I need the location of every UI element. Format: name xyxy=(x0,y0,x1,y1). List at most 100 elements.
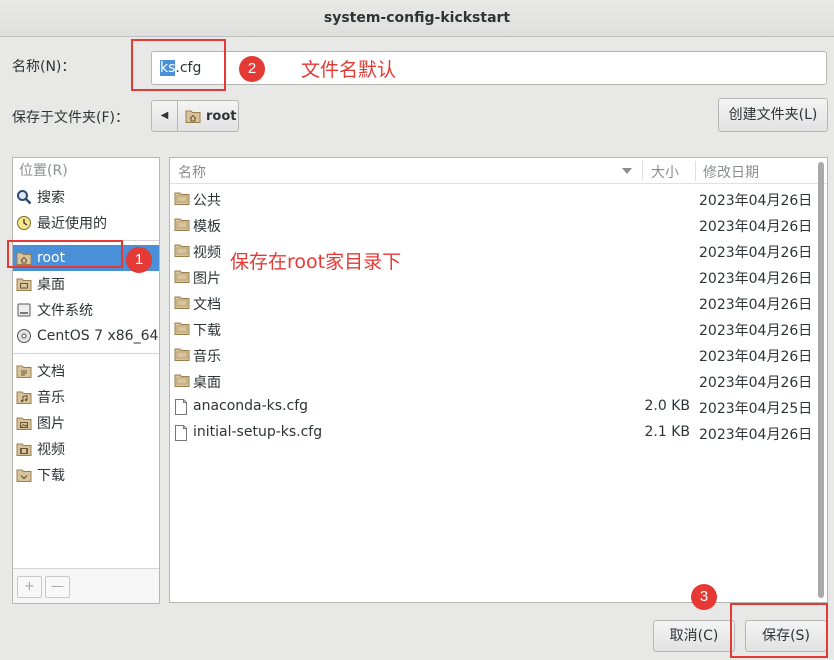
create-folder-button[interactable]: 创建文件夹(L) xyxy=(718,98,828,132)
scrollbar[interactable] xyxy=(817,160,825,600)
sort-down-icon xyxy=(622,168,632,174)
file-name: 图片 xyxy=(193,271,221,287)
annotation-badge-3: 3 xyxy=(691,584,717,610)
places-item-recent[interactable]: 最近使用的 xyxy=(13,210,159,236)
places-item-label: 文档 xyxy=(37,364,65,380)
annotation-badge-2: 2 xyxy=(239,56,265,82)
places-item-label: 桌面 xyxy=(37,277,65,293)
column-header-name[interactable]: 名称 xyxy=(178,162,206,182)
file-name: initial-setup-ks.cfg xyxy=(193,424,323,440)
file-name: anaconda-ks.cfg xyxy=(193,398,309,414)
annotation-badge-1: 1 xyxy=(126,247,152,273)
file-name: 桌面 xyxy=(193,375,221,391)
file-row[interactable]: 公共 2023年04月26日 xyxy=(170,186,815,212)
column-header-size[interactable]: 大小 xyxy=(651,162,679,182)
file-row[interactable]: anaconda-ks.cfg 2.0 KB 2023年04月25日 xyxy=(170,394,815,420)
file-list: 名称 大小 修改日期 公共 2023年04月26日 模板 2023年04月26日 视频 2… xyxy=(169,157,828,603)
chevron-left-icon: ◀ xyxy=(160,110,169,121)
file-date: 2023年04月26日 xyxy=(699,193,813,209)
places-item-label: 最近使用的 xyxy=(37,216,107,232)
file-size: 2.1 KB xyxy=(644,424,691,440)
file-date: 2023年04月26日 xyxy=(699,297,813,313)
path-back-button[interactable]: ◀ xyxy=(151,100,178,132)
file-date: 2023年04月26日 xyxy=(699,323,813,339)
save-folder-label: 保存于文件夹(F)： xyxy=(12,110,129,126)
places-item-label: 文件系统 xyxy=(37,303,93,319)
annotation-box-root xyxy=(7,240,123,268)
file-date: 2023年04月26日 xyxy=(699,219,813,235)
annotation-box-filename xyxy=(131,39,226,91)
file-date: 2023年04月26日 xyxy=(699,245,813,261)
file-row[interactable]: 桌面 2023年04月26日 xyxy=(170,368,815,394)
annotation-box-save xyxy=(730,603,828,658)
file-name: 模板 xyxy=(193,219,221,235)
folder-pictures-icon xyxy=(16,415,32,431)
folder-videos-icon xyxy=(16,441,32,457)
remove-bookmark-button[interactable]: — xyxy=(45,576,70,598)
path-root-label: root xyxy=(206,108,237,124)
folder-icon xyxy=(174,347,190,363)
places-separator xyxy=(13,353,159,354)
places-item-label: 下载 xyxy=(37,468,65,484)
places-item-documents[interactable]: 文档 xyxy=(13,358,159,384)
places-item-label: 搜索 xyxy=(37,190,65,206)
file-date: 2023年04月26日 xyxy=(699,271,813,287)
folder-music-icon xyxy=(16,389,32,405)
places-item-downloads[interactable]: 下载 xyxy=(13,462,159,488)
folder-icon xyxy=(174,373,190,389)
places-header: 位置(R) xyxy=(19,163,68,179)
file-date: 2023年04月26日 xyxy=(699,427,813,443)
file-name: 公共 xyxy=(193,193,221,209)
folder-icon xyxy=(174,321,190,337)
recent-icon xyxy=(16,215,32,231)
places-sidebar: 位置(R) 搜索 最近使用的 root 桌面 文件系统 CentOS 7 x86… xyxy=(12,157,160,604)
disc-icon xyxy=(16,328,32,344)
column-divider xyxy=(695,161,696,181)
file-size: 2.0 KB xyxy=(644,398,691,414)
folder-icon xyxy=(174,243,190,259)
scrollbar-thumb[interactable] xyxy=(818,162,824,598)
places-item-label: CentOS 7 x86_64 xyxy=(37,328,159,344)
path-root-button[interactable]: root xyxy=(178,100,239,132)
file-icon xyxy=(174,399,190,415)
file-name: 视频 xyxy=(193,245,221,261)
places-item-filesystem[interactable]: 文件系统 xyxy=(13,297,159,323)
file-row[interactable]: 下载 2023年04月26日 xyxy=(170,316,815,342)
places-item-pictures[interactable]: 图片 xyxy=(13,410,159,436)
filename-label: 名称(N)： xyxy=(12,59,76,75)
places-item-label: 视频 xyxy=(37,442,65,458)
folder-icon xyxy=(174,217,190,233)
window-title: system-config-kickstart xyxy=(0,0,834,37)
annotation-note-root: 保存在root家目录下 xyxy=(230,251,402,273)
column-header-date[interactable]: 修改日期 xyxy=(703,162,759,182)
places-item-desktop[interactable]: 桌面 xyxy=(13,271,159,297)
file-date: 2023年04月26日 xyxy=(699,349,813,365)
file-name: 下载 xyxy=(193,323,221,339)
file-row[interactable]: 音乐 2023年04月26日 xyxy=(170,342,815,368)
add-bookmark-button[interactable]: + xyxy=(17,576,42,598)
file-row[interactable]: 模板 2023年04月26日 xyxy=(170,212,815,238)
places-item-search[interactable]: 搜索 xyxy=(13,184,159,210)
home-folder-icon xyxy=(185,108,201,124)
search-icon xyxy=(16,189,32,205)
desktop-folder-icon xyxy=(16,276,32,292)
file-row[interactable]: 文档 2023年04月26日 xyxy=(170,290,815,316)
folder-download-icon xyxy=(16,467,32,483)
file-list-header: 名称 大小 修改日期 xyxy=(170,158,827,184)
folder-icon xyxy=(174,269,190,285)
places-item-videos[interactable]: 视频 xyxy=(13,436,159,462)
places-footer: + — xyxy=(13,568,159,603)
places-item-label: 图片 xyxy=(37,416,65,432)
file-icon xyxy=(174,425,190,441)
places-item-centos[interactable]: CentOS 7 x86_64 xyxy=(13,323,159,349)
folder-icon xyxy=(174,191,190,207)
folder-documents-icon xyxy=(16,363,32,379)
column-divider xyxy=(642,161,643,181)
places-item-label: 音乐 xyxy=(37,390,65,406)
file-name: 文档 xyxy=(193,297,221,313)
file-row[interactable]: initial-setup-ks.cfg 2.1 KB 2023年04月26日 xyxy=(170,420,815,446)
places-item-music[interactable]: 音乐 xyxy=(13,384,159,410)
file-date: 2023年04月25日 xyxy=(699,401,813,417)
file-date: 2023年04月26日 xyxy=(699,375,813,391)
cancel-button[interactable]: 取消(C) xyxy=(653,620,735,652)
